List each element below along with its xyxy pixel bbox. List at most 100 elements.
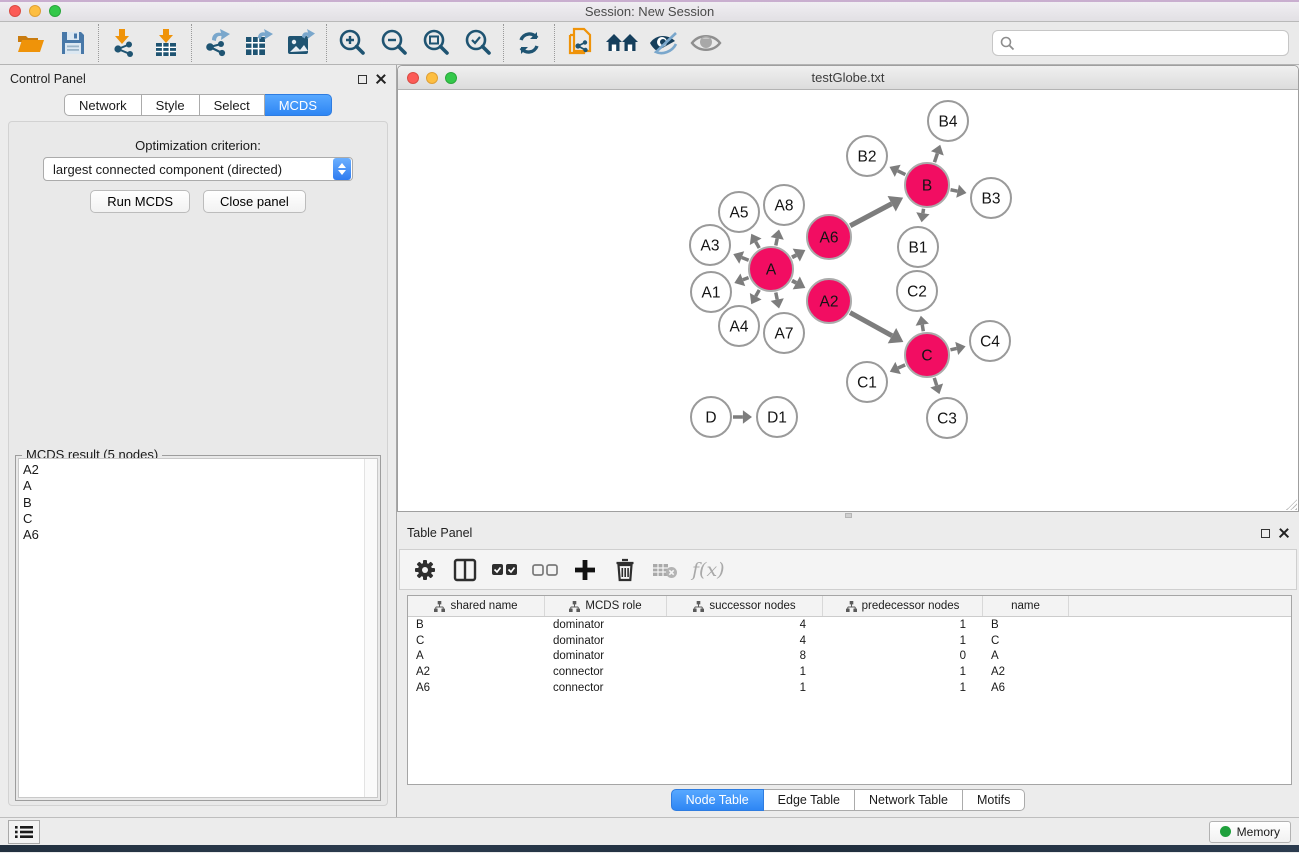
table-cell[interactable]: connector (545, 666, 667, 678)
import-table-button[interactable] (145, 24, 187, 62)
table-row[interactable]: Cdominator41C (408, 633, 1291, 649)
table-row[interactable]: A6connector11A6 (408, 680, 1291, 696)
graph-edge[interactable] (792, 281, 796, 283)
add-column-button[interactable] (572, 557, 598, 583)
search-box[interactable] (992, 30, 1289, 56)
zoom-selected-button[interactable] (457, 24, 499, 62)
graph-edge[interactable] (898, 365, 905, 368)
delete-table-button[interactable] (652, 557, 678, 583)
tab-motifs[interactable]: Motifs (963, 789, 1025, 811)
table-cell[interactable]: connector (545, 682, 667, 694)
result-item[interactable]: A2 (23, 462, 377, 478)
graph-edge[interactable] (776, 238, 777, 245)
graph-edge[interactable] (934, 378, 936, 386)
tab-mcds[interactable]: MCDS (265, 94, 332, 116)
network-window-titlebar[interactable]: testGlobe.txt (398, 66, 1298, 90)
table-cell[interactable]: 1 (823, 682, 983, 694)
panel-splitter[interactable] (397, 512, 1299, 519)
graph-edge[interactable] (850, 204, 891, 226)
graph-edge[interactable] (850, 313, 892, 336)
network-minimize-icon[interactable] (426, 72, 438, 84)
zoom-in-button[interactable] (331, 24, 373, 62)
column-header-successor-nodes[interactable]: successor nodes (667, 596, 823, 616)
table-cell[interactable]: A6 (983, 682, 1069, 694)
split-view-button[interactable] (452, 557, 478, 583)
result-item[interactable]: B (23, 495, 377, 511)
tab-network[interactable]: Network (64, 94, 142, 116)
column-header-mcds-role[interactable]: MCDS role (545, 596, 667, 616)
zoom-out-button[interactable] (373, 24, 415, 62)
tab-node-table[interactable]: Node Table (671, 789, 764, 811)
table-cell[interactable]: C (408, 635, 545, 647)
graph-edge[interactable] (951, 190, 958, 191)
mcds-result-list[interactable]: A2ABCA6 (18, 458, 378, 798)
graph-edge[interactable] (934, 153, 937, 162)
table-cell[interactable]: dominator (545, 650, 667, 662)
table-cell[interactable]: A2 (408, 666, 545, 678)
task-history-button[interactable] (8, 820, 40, 844)
table-cell[interactable]: A2 (983, 666, 1069, 678)
table-cell[interactable]: B (983, 619, 1069, 631)
table-cell[interactable]: A (408, 650, 545, 662)
graph-edge[interactable] (776, 293, 777, 300)
zoom-window-icon[interactable] (49, 5, 61, 17)
column-header-predecessor-nodes[interactable]: predecessor nodes (823, 596, 983, 616)
table-settings-button[interactable] (412, 557, 438, 583)
hide-annotations-button[interactable] (643, 24, 685, 62)
network-zoom-icon[interactable] (445, 72, 457, 84)
result-item[interactable]: A (23, 478, 377, 494)
table-cell[interactable]: 4 (667, 635, 823, 647)
network-canvas[interactable]: B4B2BB3A5A8A6A3B1AC2A1A2A4A7C4CC1DD1C3 (398, 90, 1298, 511)
table-row[interactable]: Bdominator41B (408, 617, 1291, 633)
resize-grip[interactable] (1286, 499, 1297, 510)
float-panel-icon[interactable] (358, 75, 367, 84)
table-row[interactable]: A2connector11A2 (408, 664, 1291, 680)
minimize-window-icon[interactable] (29, 5, 41, 17)
column-header-shared-name[interactable]: shared name (408, 596, 545, 616)
network-close-icon[interactable] (407, 72, 419, 84)
select-all-button[interactable] (492, 557, 518, 583)
deselect-all-button[interactable] (532, 557, 558, 583)
graph-edge[interactable] (742, 257, 749, 260)
run-mcds-button[interactable]: Run MCDS (90, 190, 190, 213)
graph-edge[interactable] (950, 348, 956, 349)
table-cell[interactable]: 1 (823, 619, 983, 631)
tab-network-table[interactable]: Network Table (855, 789, 963, 811)
table-cell[interactable]: dominator (545, 635, 667, 647)
graph-edge[interactable] (898, 171, 906, 175)
node-table[interactable]: shared name MCDS role successor nodes pr… (407, 595, 1292, 785)
close-panel-icon[interactable] (376, 74, 386, 84)
table-row[interactable]: Adominator80A (408, 649, 1291, 665)
table-cell[interactable]: 8 (667, 650, 823, 662)
close-panel-button[interactable]: Close panel (203, 190, 306, 213)
export-table-button[interactable] (238, 24, 280, 62)
tab-style[interactable]: Style (142, 94, 200, 116)
network-document-button[interactable] (559, 24, 601, 62)
search-input[interactable] (1020, 36, 1281, 51)
save-session-button[interactable] (52, 24, 94, 62)
graph-edge[interactable] (792, 255, 796, 257)
table-cell[interactable]: B (408, 619, 545, 631)
zoom-fit-button[interactable] (415, 24, 457, 62)
import-network-button[interactable] (103, 24, 145, 62)
float-table-panel-icon[interactable] (1261, 529, 1270, 538)
result-scrollbar[interactable] (364, 459, 377, 797)
home-button[interactable] (601, 24, 643, 62)
graph-edge[interactable] (922, 325, 923, 332)
tab-select[interactable]: Select (200, 94, 265, 116)
export-image-button[interactable] (280, 24, 322, 62)
close-window-icon[interactable] (9, 5, 21, 17)
eye-button[interactable] (685, 24, 727, 62)
table-cell[interactable]: 1 (823, 666, 983, 678)
result-item[interactable]: A6 (23, 527, 377, 543)
table-cell[interactable]: 1 (667, 666, 823, 678)
refresh-button[interactable] (508, 24, 550, 62)
table-cell[interactable]: 0 (823, 650, 983, 662)
graph-edge[interactable] (743, 278, 749, 280)
table-cell[interactable]: 1 (823, 635, 983, 647)
close-table-panel-icon[interactable] (1279, 528, 1289, 538)
table-cell[interactable]: C (983, 635, 1069, 647)
delete-column-button[interactable] (612, 557, 638, 583)
table-cell[interactable]: A6 (408, 682, 545, 694)
graph-edge[interactable] (923, 209, 924, 214)
